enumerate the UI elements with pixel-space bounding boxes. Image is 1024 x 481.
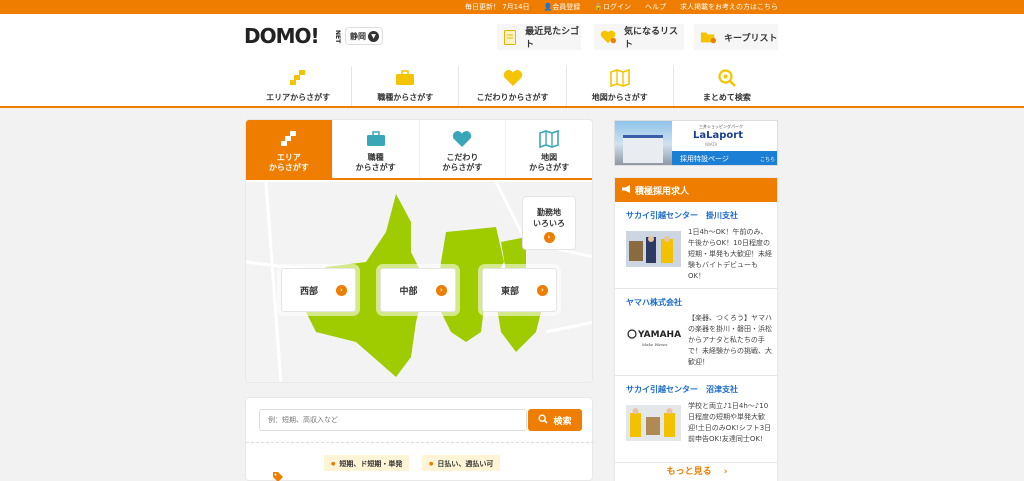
tag-icon bbox=[272, 468, 284, 481]
job-description: 【楽器、つくろう】ヤマハの楽器を掛川・磐田・浜松からアナタと私たちの手で！未経験… bbox=[688, 314, 772, 366]
keep-list-button[interactable]: キープリスト bbox=[694, 24, 778, 50]
update-date: 毎日更新！ 7月14日 bbox=[464, 3, 530, 11]
heart-icon bbox=[600, 29, 616, 45]
tab-preferences[interactable]: こだわり からさがす bbox=[420, 120, 507, 178]
mall-photo bbox=[615, 121, 672, 165]
divider bbox=[246, 442, 594, 443]
svg-text:YAMAHA: YAMAHA bbox=[637, 330, 681, 340]
nav-preferences[interactable]: こだわりからさがす bbox=[459, 66, 567, 106]
central-region-button[interactable]: 中部 › bbox=[380, 268, 456, 312]
header: DOMO! NET 静岡 ▼ 最近見たシゴト 気になるリスト キープリスト エリ… bbox=[0, 14, 1024, 108]
job-company[interactable]: ヤマハ株式会社 bbox=[626, 297, 682, 308]
job-company[interactable]: サカイ引越センター 沼津支社 bbox=[626, 384, 738, 395]
chevron-right-icon: › bbox=[714, 467, 728, 477]
top-bar: 毎日更新！ 7月14日 👤会員登録 🔒ログイン ヘルプ 求人掲載をお考えの方はこ… bbox=[0, 0, 1024, 14]
keyword-search-panel: 検索 短期、ド短期・単発 日払い、週払い可 bbox=[245, 397, 594, 481]
tab-area[interactable]: エリア からさがす bbox=[246, 120, 333, 178]
tab-map[interactable]: 地図 からさがす bbox=[506, 120, 592, 178]
area-icon bbox=[246, 128, 332, 150]
job-card[interactable]: サカイ引越センター 沼津支社 学校と両立♪1日4h～♪10日程度の短期や単発大歓… bbox=[615, 376, 777, 463]
chevron-right-icon: › bbox=[436, 284, 447, 296]
nav-bulk-search[interactable]: まとめて検索 bbox=[674, 66, 780, 106]
yamaha-logo: YAMAHA Make Waves bbox=[626, 318, 681, 354]
featured-jobs: 積極採用求人 サカイ引越センター 掛川支社 1日4h～OK！午前のみ、午後からO… bbox=[614, 177, 778, 481]
chevron-right-icon: › bbox=[336, 284, 347, 296]
svg-text:Make Waves: Make Waves bbox=[641, 342, 667, 347]
favorites-list-button[interactable]: 気になるリスト bbox=[594, 24, 684, 50]
search-button[interactable]: 検索 bbox=[528, 409, 582, 431]
keyword-search-input[interactable] bbox=[259, 409, 527, 431]
lalaport-logo: LaLaport bbox=[693, 130, 743, 141]
heart-icon bbox=[459, 68, 565, 88]
job-photo bbox=[626, 231, 681, 267]
tag-daily-pay[interactable]: 日払い、週払い可 bbox=[422, 455, 501, 471]
nav-job-type[interactable]: 職種からさがす bbox=[352, 66, 460, 106]
featured-jobs-header: 積極採用求人 bbox=[615, 178, 777, 202]
lalaport-banner[interactable]: 三井ショッピングパーク LaLaport IWATA 採用特設ページ こちら bbox=[614, 120, 778, 166]
job-description: 1日4h～OK！午前のみ、午後からOK！10日程度の短期・単発も大歓迎！未経験も… bbox=[688, 228, 772, 280]
see-more-link[interactable]: もっと見る › bbox=[615, 464, 779, 477]
search-tabs: エリア からさがす 職種 からさがす こだわり からさがす 地図 からさがす bbox=[246, 120, 592, 180]
region-select[interactable]: 静岡 ▼ bbox=[345, 27, 383, 45]
help-link[interactable]: ヘルプ bbox=[645, 2, 666, 12]
nav-map[interactable]: 地図からさがす bbox=[567, 66, 674, 106]
login-link[interactable]: 🔒ログイン bbox=[594, 2, 631, 12]
chevron-down-icon: ▼ bbox=[368, 31, 379, 42]
recently-viewed-button[interactable]: 最近見たシゴト bbox=[497, 24, 581, 50]
chevron-right-icon: › bbox=[537, 284, 548, 296]
shizuoka-map: 西部 › 中部 › 東部 › 勤務地 いろいろ › bbox=[246, 182, 592, 382]
folder-icon bbox=[700, 29, 716, 45]
map-icon bbox=[506, 128, 592, 150]
search-icon bbox=[674, 68, 780, 88]
site-logo[interactable]: DOMO! NET bbox=[244, 24, 341, 48]
map-icon bbox=[567, 68, 673, 88]
search-icon bbox=[538, 413, 549, 427]
megaphone-icon bbox=[621, 184, 632, 197]
west-region-button[interactable]: 西部 › bbox=[281, 268, 356, 312]
employer-link[interactable]: 求人掲載をお考えの方はこちら bbox=[680, 2, 778, 12]
area-search-panel: エリア からさがす 職種 からさがす こだわり からさがす 地図 からさがす 西… bbox=[245, 119, 593, 383]
tab-job-type[interactable]: 職種 からさがす bbox=[333, 120, 420, 178]
register-link[interactable]: 👤会員登録 bbox=[544, 2, 581, 12]
job-description: 学校と両立♪1日4h～♪10日程度の短期や単発大歓迎!土日のみOK!シフト3日前… bbox=[688, 402, 772, 443]
nav-area[interactable]: エリアからさがす bbox=[245, 66, 353, 106]
job-company[interactable]: サカイ引越センター 掛川支社 bbox=[626, 210, 738, 221]
chevron-right-icon: › bbox=[543, 232, 555, 243]
east-region-button[interactable]: 東部 › bbox=[482, 268, 557, 312]
lock-icon: 🔒 bbox=[594, 3, 603, 11]
recruit-page-strip: 採用特設ページ こちら bbox=[672, 151, 777, 165]
job-card[interactable]: サカイ引越センター 掛川支社 1日4h～OK！午前のみ、午後からOK！10日程度… bbox=[615, 202, 777, 289]
category-nav: エリアからさがす 職種からさがす こだわりからさがす 地図からさがす まとめて検… bbox=[245, 66, 780, 106]
area-icon bbox=[245, 68, 351, 88]
tag-short-term[interactable]: 短期、ド短期・単発 bbox=[324, 455, 410, 471]
briefcase-icon bbox=[352, 68, 458, 88]
briefcase-icon bbox=[333, 128, 419, 150]
top-links: 毎日更新！ 7月14日 👤会員登録 🔒ログイン ヘルプ 求人掲載をお考えの方はこ… bbox=[465, 2, 778, 12]
job-photo bbox=[626, 405, 681, 441]
job-card[interactable]: ヤマハ株式会社 YAMAHA Make Waves 【楽器、つくろう】ヤマハの楽器… bbox=[615, 289, 777, 376]
person-icon: 👤 bbox=[543, 3, 553, 11]
various-locations-button[interactable]: 勤務地 いろいろ › bbox=[522, 196, 576, 250]
heart-icon bbox=[420, 128, 506, 150]
document-icon bbox=[503, 29, 517, 45]
